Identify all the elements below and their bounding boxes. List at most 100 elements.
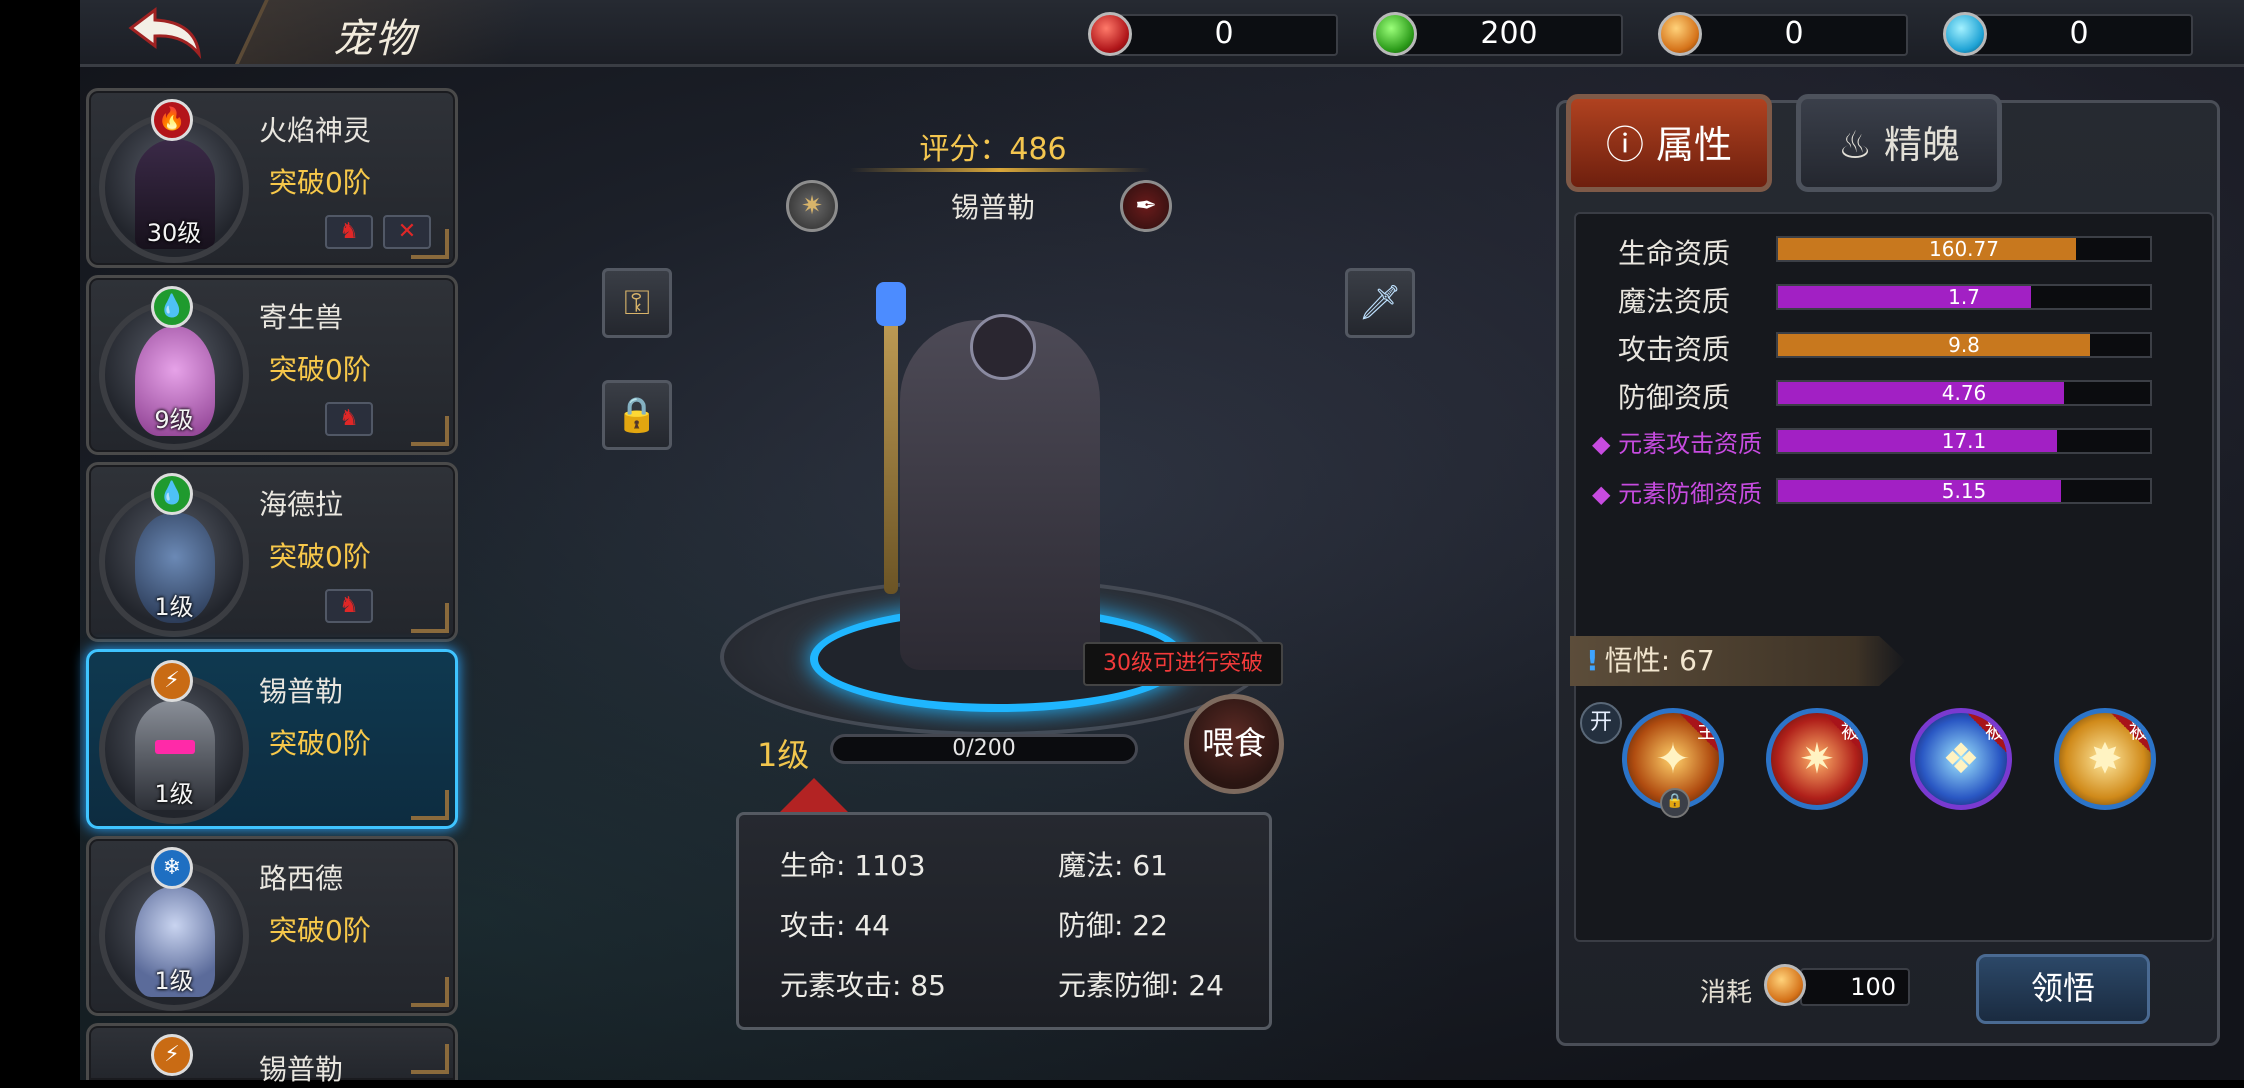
aptitude-bar: 1.7	[1776, 284, 2152, 310]
stat-elem-atk: 元素攻击: 85	[780, 969, 946, 1002]
pet-card-cypler-selected[interactable]: ⚡ 1级 锡普勒 突破0阶	[86, 649, 458, 829]
currency-value: 0	[1214, 16, 1234, 51]
demon-mask-icon: ♞	[325, 589, 373, 623]
fire-element-icon: 🔥	[151, 99, 193, 141]
aptitude-bar: 160.77	[1776, 236, 2152, 262]
pet-name: 锡普勒	[259, 1053, 344, 1086]
aptitude-label: 魔法资质	[1618, 285, 1731, 318]
pet-name: 锡普勒	[259, 675, 344, 708]
back-arrow-icon	[128, 7, 202, 60]
tab-label: 精魄	[1884, 123, 1961, 167]
aptitude-value: 17.1	[1941, 429, 1987, 453]
aptitude-box	[1574, 212, 2214, 942]
staff-gem	[876, 282, 906, 326]
pet-visor	[155, 740, 195, 754]
aptitude-label: 生命资质	[1618, 237, 1731, 270]
currency-green: 200	[1373, 12, 1623, 56]
cost-value: 100	[1800, 968, 1910, 1006]
pet-breakthrough: 突破0阶	[269, 353, 371, 386]
pet-level: 30级	[146, 219, 202, 247]
thunder-element-icon: ⚡	[151, 1034, 193, 1076]
exclamation-icon: !	[1586, 644, 1599, 677]
aptitude-label: ◆ 元素防御资质	[1592, 480, 1763, 508]
breakthrough-tooltip: 30级可进行突破	[1083, 642, 1283, 686]
wisdom-banner: ! 悟性: 67	[1570, 636, 1906, 686]
aptitude-value: 160.77	[1929, 237, 1999, 261]
feed-button[interactable]: 喂食	[1184, 694, 1284, 794]
skill-tag: 被	[2129, 719, 2149, 743]
left-black-bar	[0, 0, 80, 1080]
back-button[interactable]	[125, 4, 209, 60]
pet-breakthrough: 突破0阶	[269, 727, 371, 760]
thunder-element-icon: ⚡	[151, 660, 193, 702]
currency-value: 200	[1480, 16, 1538, 51]
pet-breakthrough: 突破0阶	[269, 540, 371, 573]
stat-mp: 魔法: 61	[1058, 849, 1168, 882]
water-element-icon: 💧	[151, 286, 193, 328]
tab-attributes[interactable]: ⓘ 属性	[1566, 94, 1772, 192]
pet-card-hydra[interactable]: 💧 1级 海德拉 突破0阶 ♞	[86, 462, 458, 642]
pet-level: 1级	[154, 593, 194, 621]
pet-name: 火焰神灵	[259, 114, 372, 147]
small-lock-icon: 🔒	[1660, 788, 1690, 818]
compass-star-icon[interactable]: ✷	[786, 180, 838, 232]
quill-icon[interactable]: ✒	[1120, 180, 1172, 232]
ice-crystal-icon[interactable]: ❖ 被	[1910, 708, 2012, 810]
cost-label: 消耗	[1700, 978, 1753, 1008]
golden-blades-icon[interactable]: ✸ 被	[2054, 708, 2156, 810]
demon-mask-icon: ♞	[325, 402, 373, 436]
lock-icon[interactable]: 🔒	[602, 380, 672, 450]
pet-name: 路西德	[259, 862, 344, 895]
aptitude-label: 攻击资质	[1618, 333, 1731, 366]
tab-essence[interactable]: ♨ 精魄	[1796, 94, 2002, 192]
skill-tag: 被	[1985, 719, 2005, 743]
currency-value: 0	[2069, 16, 2089, 51]
stat-atk: 攻击: 44	[780, 909, 890, 942]
skill-tag: 被	[1841, 719, 1861, 743]
aptitude-value: 1.7	[1948, 285, 1980, 309]
pet-name: 寄生兽	[259, 301, 344, 334]
pet-card-parasite[interactable]: 💧 9级 寄生兽 突破0阶 ♞	[86, 275, 458, 455]
page-title: 宠物	[333, 16, 417, 62]
score-divider	[850, 168, 1150, 172]
pet-breakthrough: 突破0阶	[269, 166, 371, 199]
pet-name: 海德拉	[259, 488, 344, 521]
key-icon[interactable]: ⚿	[602, 268, 672, 338]
aptitude-value: 4.76	[1941, 381, 1987, 405]
currency-orange: 0	[1658, 12, 1908, 56]
pet-level: 1级	[154, 967, 194, 995]
aptitude-value: 5.15	[1941, 479, 1987, 503]
aptitude-bar: 9.8	[1776, 332, 2152, 358]
wisdom-text: 悟性: 67	[1604, 644, 1715, 677]
aptitude-label: 防御资质	[1618, 381, 1731, 414]
currency-red: 0	[1088, 12, 1338, 56]
thunder-currency-icon	[1764, 964, 1806, 1006]
demon-mask-icon: ♞	[325, 215, 373, 249]
flame-icon: ♨	[1837, 123, 1873, 167]
info-icon: ⓘ	[1605, 123, 1644, 167]
currency-blue: 0	[1943, 12, 2193, 56]
aptitude-bar: 4.76	[1776, 380, 2152, 406]
pet-card-fire-spirit[interactable]: 🔥 30级 火焰神灵 突破0阶 ♞ ✕	[86, 88, 458, 268]
tab-label: 属性	[1656, 123, 1733, 167]
pet-card-cypler-2[interactable]: ⚡ 锡普勒	[86, 1023, 458, 1086]
pet-model	[900, 314, 1100, 670]
crimson-slash-icon[interactable]: ✷ 被	[1766, 708, 1868, 810]
aptitude-value: 9.8	[1948, 333, 1980, 357]
skill-tag: 主	[1697, 719, 1717, 743]
pet-level: 1级	[154, 780, 194, 808]
water-element-icon: 💧	[151, 473, 193, 515]
comprehend-button[interactable]: 领悟	[1976, 954, 2150, 1024]
sword-icon[interactable]: 🗡	[1345, 268, 1415, 338]
open-badge[interactable]: 开	[1580, 702, 1622, 744]
ice-element-icon: ❄	[151, 847, 193, 889]
aptitude-bar: 17.1	[1776, 428, 2152, 454]
aptitude-bar: 5.15	[1776, 478, 2152, 504]
pet-level: 9级	[154, 406, 194, 434]
pet-score: 评分：486	[919, 132, 1067, 167]
crossed-swords-icon: ✕	[383, 215, 431, 249]
stat-hp: 生命: 1103	[780, 849, 926, 882]
pet-card-lucid[interactable]: ❄ 1级 路西德 突破0阶	[86, 836, 458, 1016]
pet-breakthrough: 突破0阶	[269, 914, 371, 947]
stat-elem-def: 元素防御: 24	[1058, 969, 1224, 1002]
